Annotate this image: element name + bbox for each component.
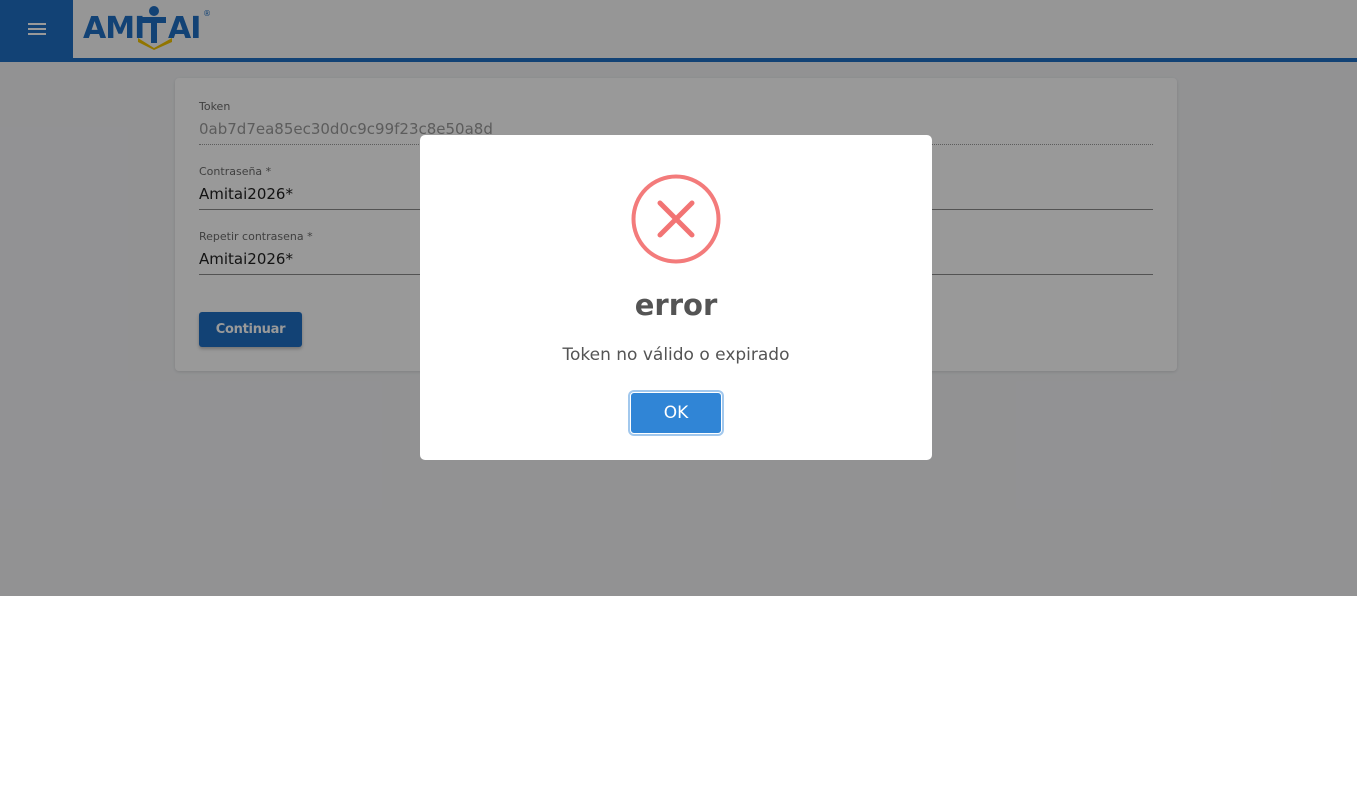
error-dialog: error Token no válido o expirado OK xyxy=(420,135,932,460)
error-x-icon xyxy=(631,174,721,264)
dialog-title: error xyxy=(634,288,718,322)
ok-button[interactable]: OK xyxy=(630,392,722,434)
app-root: AMI AI ® Token 0ab7d7ea85ec30d0c9c99f23c… xyxy=(0,0,1357,596)
dialog-message: Token no válido o expirado xyxy=(562,345,790,365)
